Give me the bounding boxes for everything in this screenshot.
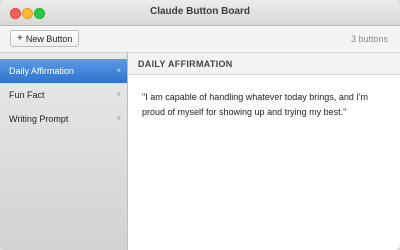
sidebar-item-writing-prompt[interactable]: Writing Prompt × <box>0 107 127 131</box>
app-window: Claude Button Board + New Button 3 butto… <box>0 0 400 250</box>
remove-icon[interactable]: × <box>116 83 121 107</box>
sidebar-item-label: Daily Affirmation <box>9 66 74 76</box>
detail-pane: DAILY AFFIRMATION "I am capable of handl… <box>128 53 400 250</box>
window-title: Claude Button Board <box>150 6 250 17</box>
remove-icon[interactable]: × <box>116 107 121 131</box>
sidebar-item-daily-affirmation[interactable]: Daily Affirmation × <box>0 59 127 83</box>
toolbar: + New Button 3 buttons <box>0 26 400 53</box>
plus-icon: + <box>17 32 23 44</box>
sidebar-item-fun-fact[interactable]: Fun Fact × <box>0 83 127 107</box>
button-count: 3 buttons <box>350 34 388 44</box>
new-button-label: New Button <box>25 33 73 44</box>
detail-header: DAILY AFFIRMATION <box>128 53 400 75</box>
new-button[interactable]: + New Button <box>10 30 80 47</box>
sidebar-item-label: Fun Fact <box>9 90 45 100</box>
detail-content: "I am capable of handling whatever today… <box>142 92 369 117</box>
remove-icon[interactable]: × <box>116 59 121 83</box>
sidebar: Daily Affirmation × Fun Fact × Writing P… <box>0 53 128 250</box>
sidebar-item-label: Writing Prompt <box>9 114 69 124</box>
title-bar[interactable]: Claude Button Board <box>0 0 400 26</box>
